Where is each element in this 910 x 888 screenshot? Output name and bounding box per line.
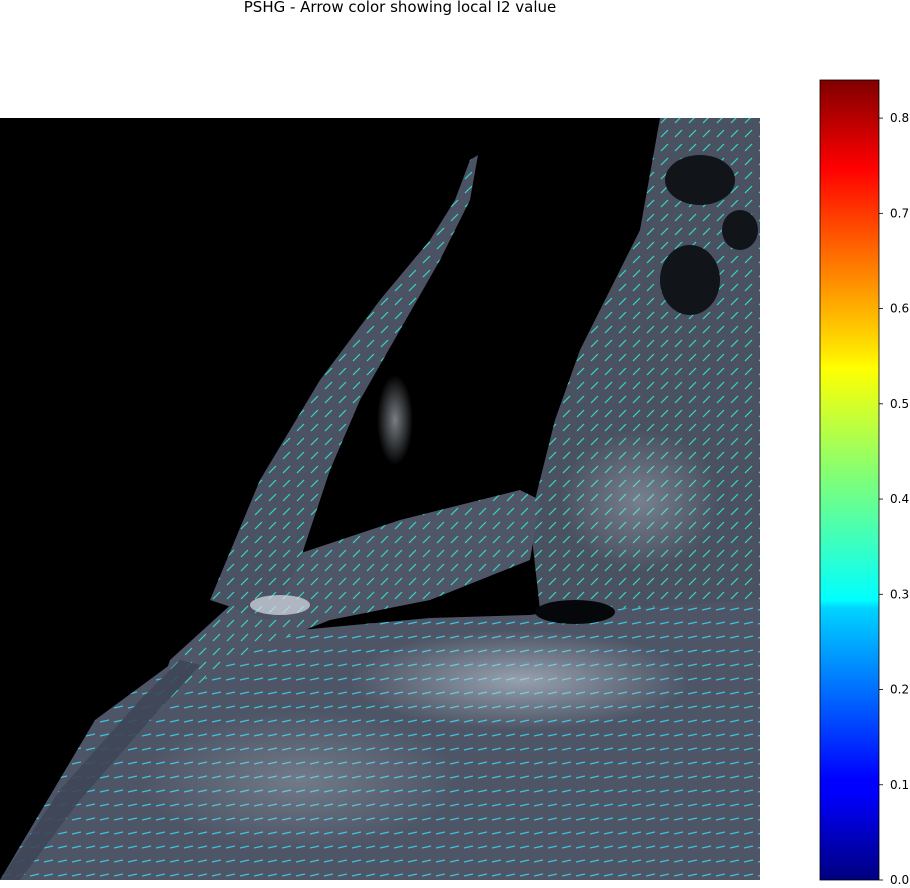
colorbar-tick-label: 0.1 xyxy=(890,778,909,792)
colorbar-tick-label: 0.5 xyxy=(890,397,909,411)
colorbar-tick-label: 0.0 xyxy=(890,873,909,887)
colorbar-ticks: 0.0 0.1 0.2 0.3 0.4 0.5 0.6 0.7 0.8 xyxy=(879,111,909,887)
colorbar-tick-label: 0.2 xyxy=(890,683,909,697)
colorbar-tick-label: 0.6 xyxy=(890,302,909,316)
colorbar-tick-label: 0.7 xyxy=(890,206,909,220)
image-panel xyxy=(0,118,760,880)
colorbar: 0.0 0.1 0.2 0.3 0.4 0.5 0.6 0.7 0.8 xyxy=(819,79,909,887)
colorbar-tick-label: 0.8 xyxy=(890,111,909,125)
colorbar-gradient xyxy=(819,79,880,881)
chart-figure: 0.0 0.1 0.2 0.3 0.4 0.5 0.6 0.7 0.8 xyxy=(0,79,909,887)
colorbar-tick-label: 0.3 xyxy=(890,587,909,601)
colorbar-tick-label: 0.4 xyxy=(890,492,909,506)
